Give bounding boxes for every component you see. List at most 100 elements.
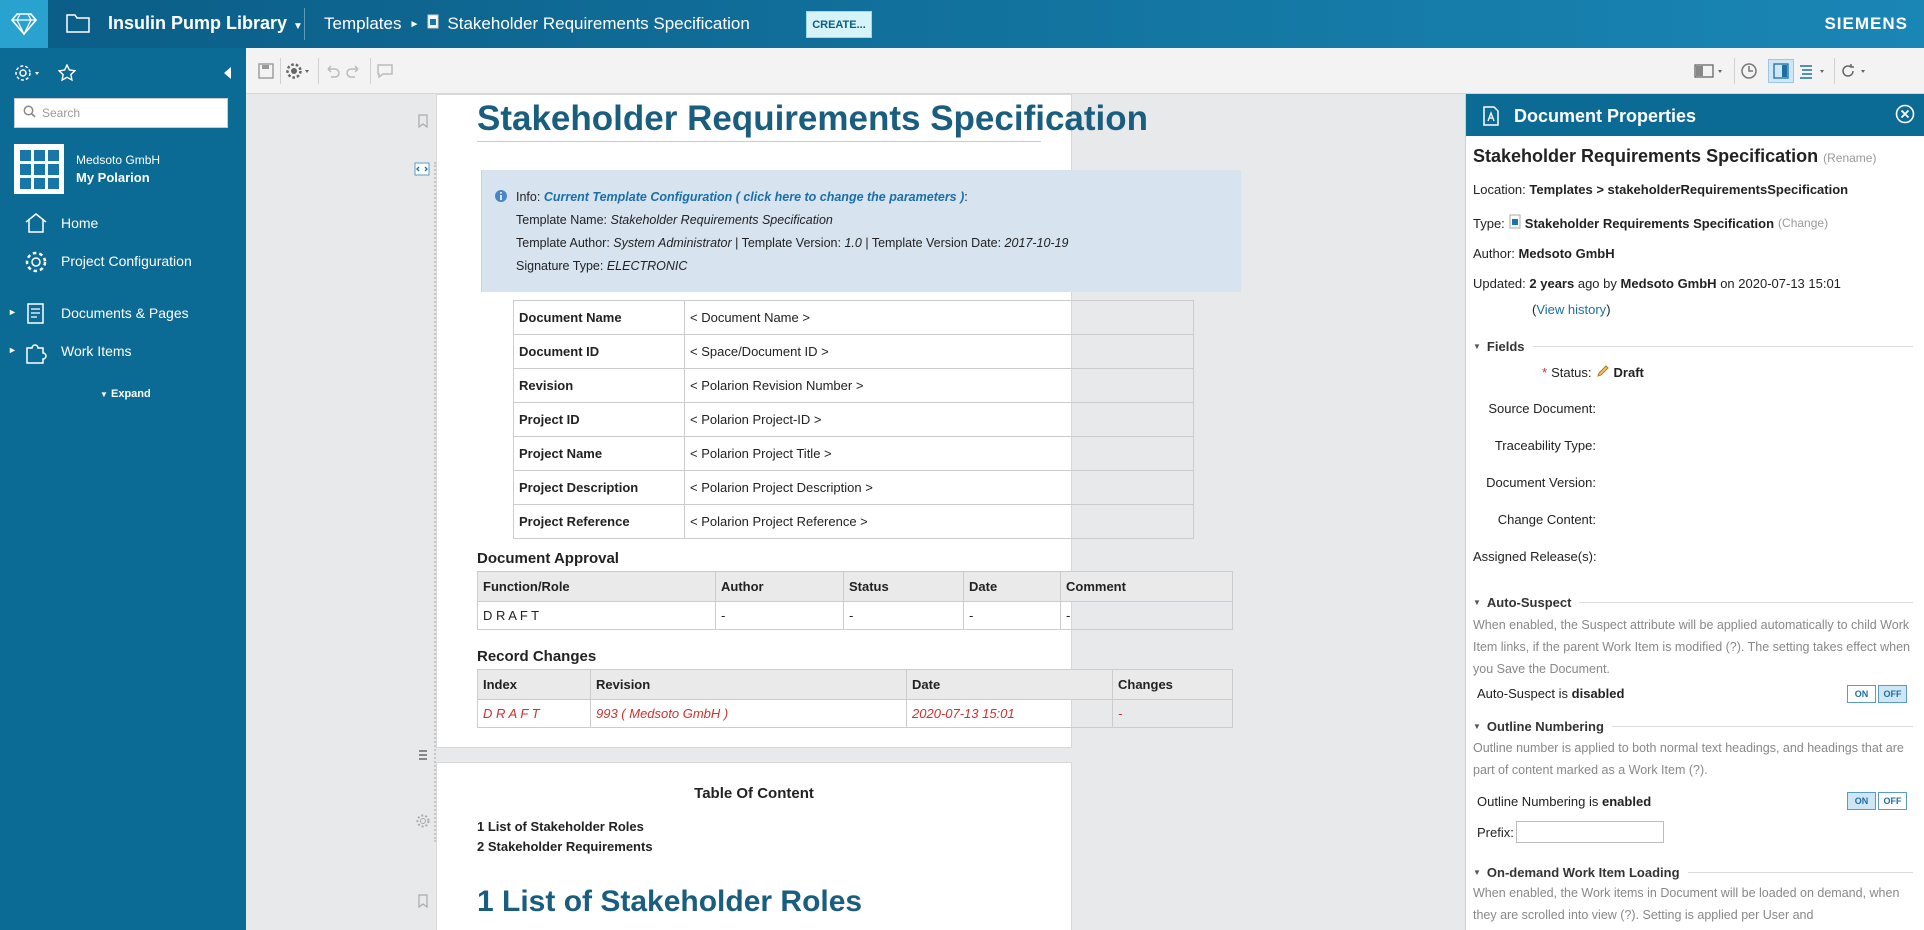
meta-value[interactable]: < Polarion Project Title > <box>684 436 1194 471</box>
project-selector[interactable]: Insulin Pump Library ▼ <box>108 13 303 34</box>
project-org: Medsoto GmbH <box>76 153 161 167</box>
document-version-label: Document Version: <box>1486 475 1596 490</box>
meta-value[interactable]: < Polarion Project-ID > <box>684 402 1194 437</box>
outline-state: Outline Numbering is enabled <box>1477 794 1651 809</box>
outline-numbering-section-header[interactable]: ▼ Outline Numbering <box>1473 719 1913 734</box>
table-cell: - <box>1060 601 1233 630</box>
documents-icon <box>24 302 48 329</box>
outline-list-icon[interactable] <box>1798 59 1828 83</box>
project-header[interactable]: Medsoto GmbH My Polarion <box>14 144 160 194</box>
meta-value[interactable]: < Document Name > <box>684 300 1194 335</box>
template-config-link[interactable]: Current Template Configuration ( click h… <box>544 190 964 204</box>
collapse-sidebar-icon[interactable] <box>222 66 232 83</box>
breadcrumb-templates[interactable]: Templates <box>324 14 401 34</box>
folder-icon[interactable] <box>66 12 90 37</box>
comment-icon[interactable] <box>376 59 394 83</box>
meta-key: Project ID <box>513 402 685 437</box>
search-box[interactable] <box>14 98 228 128</box>
column-header: Index <box>477 669 591 700</box>
meta-value[interactable]: < Polarion Project Reference > <box>684 504 1194 539</box>
outline-toggle[interactable]: ON OFF <box>1847 792 1907 810</box>
view-history-link[interactable]: View history <box>1536 302 1606 317</box>
expand-arrow-icon[interactable]: ► <box>8 307 17 317</box>
table-cell: - <box>963 601 1061 630</box>
bookmark-icon[interactable] <box>418 894 428 911</box>
info-line-name: Template Name: Stakeholder Requirements … <box>516 209 1241 232</box>
on-button[interactable]: ON <box>1847 685 1876 703</box>
toc-item[interactable]: 1 List of Stakeholder Roles <box>477 819 644 834</box>
section-heading[interactable]: 1 List of Stakeholder Roles <box>477 885 862 919</box>
off-button[interactable]: OFF <box>1878 685 1907 703</box>
settings-gear-icon[interactable] <box>286 59 312 83</box>
meta-value[interactable]: < Space/Document ID > <box>684 334 1194 369</box>
toc-item[interactable]: 2 Stakeholder Requirements <box>477 839 653 854</box>
star-icon[interactable] <box>57 63 77 85</box>
collapse-arrow-icon: ▼ <box>1473 342 1481 351</box>
template-date-label: | Template Version Date: <box>865 236 1002 250</box>
document-properties-icon <box>1482 106 1500 129</box>
table-row: Document Name < Document Name > <box>513 300 1194 335</box>
template-author-label: Template Author: <box>516 236 610 250</box>
save-icon[interactable] <box>258 59 274 83</box>
bookmark-icon[interactable] <box>418 114 428 131</box>
refresh-icon[interactable] <box>1840 59 1870 83</box>
expand-arrow-icon[interactable]: ► <box>8 345 17 355</box>
traceability-type-label: Traceability Type: <box>1494 438 1596 453</box>
auto-suspect-section-header[interactable]: ▼ Auto-Suspect <box>1473 595 1913 610</box>
approval-table: Function/Role Author Status Date Comment… <box>477 571 1233 630</box>
off-button[interactable]: OFF <box>1878 792 1907 810</box>
status-value[interactable]: Draft <box>1614 365 1644 380</box>
meta-key: Project Description <box>513 470 685 505</box>
create-button[interactable]: CREATE... <box>806 11 872 38</box>
document-properties-panel: Document Properties Stakeholder Requirem… <box>1465 94 1924 930</box>
change-type-link[interactable]: (Change) <box>1778 216 1828 230</box>
ondemand-section-header[interactable]: ▼ On-demand Work Item Loading <box>1473 865 1913 880</box>
assigned-releases-label: Assigned Release(s): <box>1473 549 1597 564</box>
table-cell: - <box>715 601 844 630</box>
properties-title: Document Properties <box>1514 106 1697 126</box>
history-clock-icon[interactable] <box>1740 59 1758 83</box>
prefix-input[interactable] <box>1516 821 1664 843</box>
layout-toggle-icon[interactable] <box>1694 59 1726 83</box>
sidebar-item-home[interactable]: Home <box>0 206 246 240</box>
document-page[interactable]: Stakeholder Requirements Specification I… <box>436 94 1241 748</box>
sidebar-item-documents-pages[interactable]: ► Documents & Pages <box>0 296 246 330</box>
table-row: Document ID < Space/Document ID > <box>513 334 1194 369</box>
properties-panel-icon[interactable] <box>1768 59 1794 83</box>
meta-value[interactable]: < Polarion Project Description > <box>684 470 1194 505</box>
document-area[interactable]: Stakeholder Requirements Specification I… <box>246 94 1465 930</box>
column-header: Date <box>906 669 1113 700</box>
sidebar-item-project-configuration[interactable]: Project Configuration <box>0 244 246 278</box>
type-value: Stakeholder Requirements Specification <box>1524 215 1775 231</box>
document-title[interactable]: Stakeholder Requirements Specification <box>477 99 1148 142</box>
polarion-logo-icon[interactable] <box>0 0 48 48</box>
template-config-icon[interactable] <box>414 162 430 179</box>
template-author-value: System Administrator <box>613 236 732 250</box>
page-break-icon[interactable] <box>418 749 428 764</box>
fields-section-header[interactable]: ▼ Fields <box>1473 339 1913 354</box>
sidebar-item-work-items[interactable]: ► Work Items <box>0 334 246 368</box>
meta-value[interactable]: < Polarion Revision Number > <box>684 368 1194 403</box>
undo-icon[interactable] <box>324 59 340 83</box>
table-row: Project Description < Polarion Project De… <box>513 470 1194 505</box>
pencil-icon <box>1596 364 1610 381</box>
table-cell: 993 ( Medsoto GmbH ) <box>590 699 907 728</box>
auto-suspect-toggle[interactable]: ON OFF <box>1847 685 1907 703</box>
breadcrumb-document[interactable]: Stakeholder Requirements Specification <box>447 14 749 34</box>
table-cell: D R A F T <box>477 699 591 728</box>
close-icon[interactable] <box>1895 104 1915 127</box>
gear-menu-icon[interactable] <box>14 64 40 85</box>
expand-link[interactable]: ▼ Expand <box>100 388 151 400</box>
meta-key: Project Reference <box>513 504 685 539</box>
approval-heading: Document Approval <box>477 550 619 567</box>
on-button[interactable]: ON <box>1847 792 1876 810</box>
rename-link[interactable]: (Rename) <box>1823 151 1876 165</box>
location-value: Templates > stakeholderRequirementsSpeci… <box>1529 182 1849 197</box>
search-input[interactable] <box>42 106 222 120</box>
document-toolbar <box>246 48 1924 94</box>
table-cell: - <box>843 601 964 630</box>
toc-settings-icon[interactable] <box>416 814 430 831</box>
document-page[interactable]: Table Of Content 1 List of Stakeholder R… <box>436 762 1072 930</box>
updated-ago: 2 years <box>1529 276 1575 291</box>
redo-icon[interactable] <box>346 59 362 83</box>
